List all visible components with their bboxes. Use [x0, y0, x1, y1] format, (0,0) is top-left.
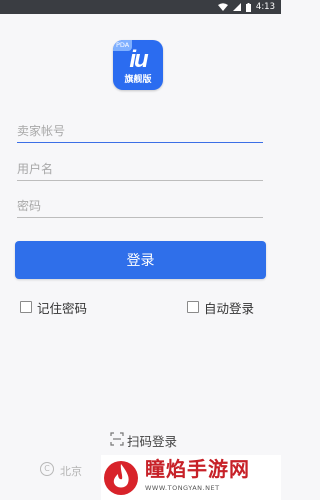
logo-subtitle: 旗舰版 [124, 75, 152, 85]
logo-mark: iu [129, 46, 148, 73]
auto-login-toggle[interactable]: 自动登录 [187, 298, 254, 316]
signal-icon [232, 3, 241, 11]
seller-account-input[interactable] [17, 120, 263, 142]
password-input[interactable] [17, 195, 263, 217]
auto-login-checkbox[interactable] [187, 301, 199, 313]
username-input[interactable] [17, 158, 263, 180]
scan-login-button[interactable]: 扫码登录 [110, 431, 177, 449]
watermark-url: WWW.TONGYAN.NET [145, 484, 220, 492]
watermark: 瞳焰手游网 WWW.TONGYAN.NET [101, 455, 281, 500]
copyright-text: 北京 [60, 465, 82, 478]
status-bar: 4:13 [0, 0, 281, 14]
login-button-label: 登录 [126, 253, 155, 269]
remember-password-label: 记住密码 [37, 300, 88, 316]
auto-login-label: 自动登录 [204, 300, 255, 316]
remember-password-toggle[interactable]: 记住密码 [20, 298, 87, 316]
battery-icon [245, 2, 251, 12]
flame-logo-icon [103, 458, 139, 500]
login-button[interactable]: 登录 [15, 241, 266, 279]
status-time: 4:13 [255, 2, 275, 12]
watermark-title: 瞳焰手游网 [145, 457, 250, 481]
status-icons: 4:13 [217, 0, 275, 14]
wifi-icon [217, 3, 228, 11]
remember-password-checkbox[interactable] [20, 301, 32, 313]
seller-account-field [17, 120, 263, 143]
username-field [17, 158, 263, 181]
app-logo: PDA iu 旗舰版 [113, 40, 163, 90]
scan-login-label: 扫码登录 [127, 433, 178, 449]
password-field [17, 195, 263, 218]
copyright-symbol: C [40, 462, 54, 476]
scan-icon [110, 431, 124, 449]
